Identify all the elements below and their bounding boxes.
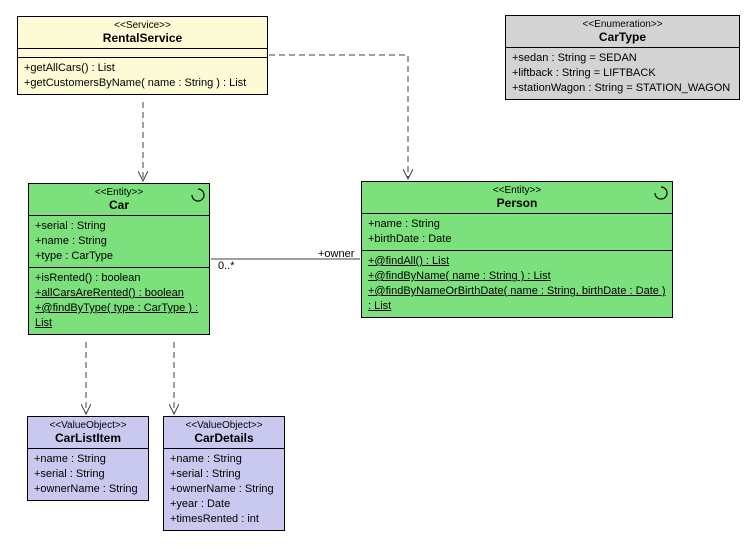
class-title: CarDetails xyxy=(170,431,278,445)
attribute: +serial : String xyxy=(35,219,203,234)
operation: +getCustomersByName( name : String ) : L… xyxy=(24,76,261,91)
stereotype: <<Service>> xyxy=(24,20,261,31)
entity-icon xyxy=(654,186,668,200)
operation: +getAllCars() : List xyxy=(24,61,261,76)
class-person[interactable]: <<Entity>> Person +name : String +birthD… xyxy=(361,181,673,318)
attributes-section: +name : String +birthDate : Date xyxy=(362,214,672,251)
stereotype: <<ValueObject>> xyxy=(34,420,142,431)
entity-icon xyxy=(191,188,205,202)
attribute: +name : String xyxy=(368,217,666,232)
multiplicity-label: 0..* xyxy=(218,260,235,272)
operation: +allCarsAreRented() : boolean xyxy=(35,286,203,301)
operations-section: +isRented() : boolean +allCarsAreRented(… xyxy=(29,268,209,334)
stereotype: <<Entity>> xyxy=(35,187,203,198)
class-title: Person xyxy=(368,196,666,210)
header: <<Service>> RentalService xyxy=(18,17,267,49)
attributes-section xyxy=(18,49,267,58)
stereotype: <<Entity>> xyxy=(368,185,666,196)
operation: +@findByNameOrBirthDate( name : String, … xyxy=(368,284,666,314)
header: <<Entity>> Person xyxy=(362,182,672,214)
operations-section: +@findAll() : List +@findByName( name : … xyxy=(362,251,672,317)
header: <<Enumeration>> CarType xyxy=(506,16,739,48)
attribute: +year : Date xyxy=(170,497,278,512)
header: <<ValueObject>> CarDetails xyxy=(164,417,284,449)
class-car-list-item[interactable]: <<ValueObject>> CarListItem +name : Stri… xyxy=(27,416,149,501)
class-title: RentalService xyxy=(24,31,261,45)
header: <<ValueObject>> CarListItem xyxy=(28,417,148,449)
stereotype: <<Enumeration>> xyxy=(512,19,733,30)
enum-car-type[interactable]: <<Enumeration>> CarType +sedan : String … xyxy=(505,15,740,100)
header: <<Entity>> Car xyxy=(29,184,209,216)
attributes-section: +serial : String +name : String +type : … xyxy=(29,216,209,268)
attribute: +type : CarType xyxy=(35,249,203,264)
attribute: +name : String xyxy=(34,452,142,467)
class-rental-service[interactable]: <<Service>> RentalService +getAllCars() … xyxy=(17,16,268,95)
class-title: CarListItem xyxy=(34,431,142,445)
operations-section: +getAllCars() : List +getCustomersByName… xyxy=(18,58,267,94)
attribute: +serial : String xyxy=(170,467,278,482)
attributes-section: +name : String +serial : String +ownerNa… xyxy=(164,449,284,530)
attributes-section: +name : String +serial : String +ownerNa… xyxy=(28,449,148,500)
operation: +@findByType( type : CarType ) : List xyxy=(35,301,203,331)
class-car-details[interactable]: <<ValueObject>> CarDetails +name : Strin… xyxy=(163,416,285,531)
enum-item: +stationWagon : String = STATION_WAGON xyxy=(512,81,733,96)
stereotype: <<ValueObject>> xyxy=(170,420,278,431)
operation: +isRented() : boolean xyxy=(35,271,203,286)
attribute: +serial : String xyxy=(34,467,142,482)
items-section: +sedan : String = SEDAN +liftback : Stri… xyxy=(506,48,739,99)
class-title: Car xyxy=(35,198,203,212)
class-title: CarType xyxy=(512,30,733,44)
attribute: +name : String xyxy=(170,452,278,467)
attribute: +ownerName : String xyxy=(170,482,278,497)
operation: +@findByName( name : String ) : List xyxy=(368,269,666,284)
enum-item: +liftback : String = LIFTBACK xyxy=(512,66,733,81)
attribute: +timesRented : int xyxy=(170,512,278,527)
role-label: +owner xyxy=(318,248,354,260)
class-car[interactable]: <<Entity>> Car +serial : String +name : … xyxy=(28,183,210,335)
attribute: +ownerName : String xyxy=(34,482,142,497)
attribute: +name : String xyxy=(35,234,203,249)
enum-item: +sedan : String = SEDAN xyxy=(512,51,733,66)
operation: +@findAll() : List xyxy=(368,254,666,269)
attribute: +birthDate : Date xyxy=(368,232,666,247)
